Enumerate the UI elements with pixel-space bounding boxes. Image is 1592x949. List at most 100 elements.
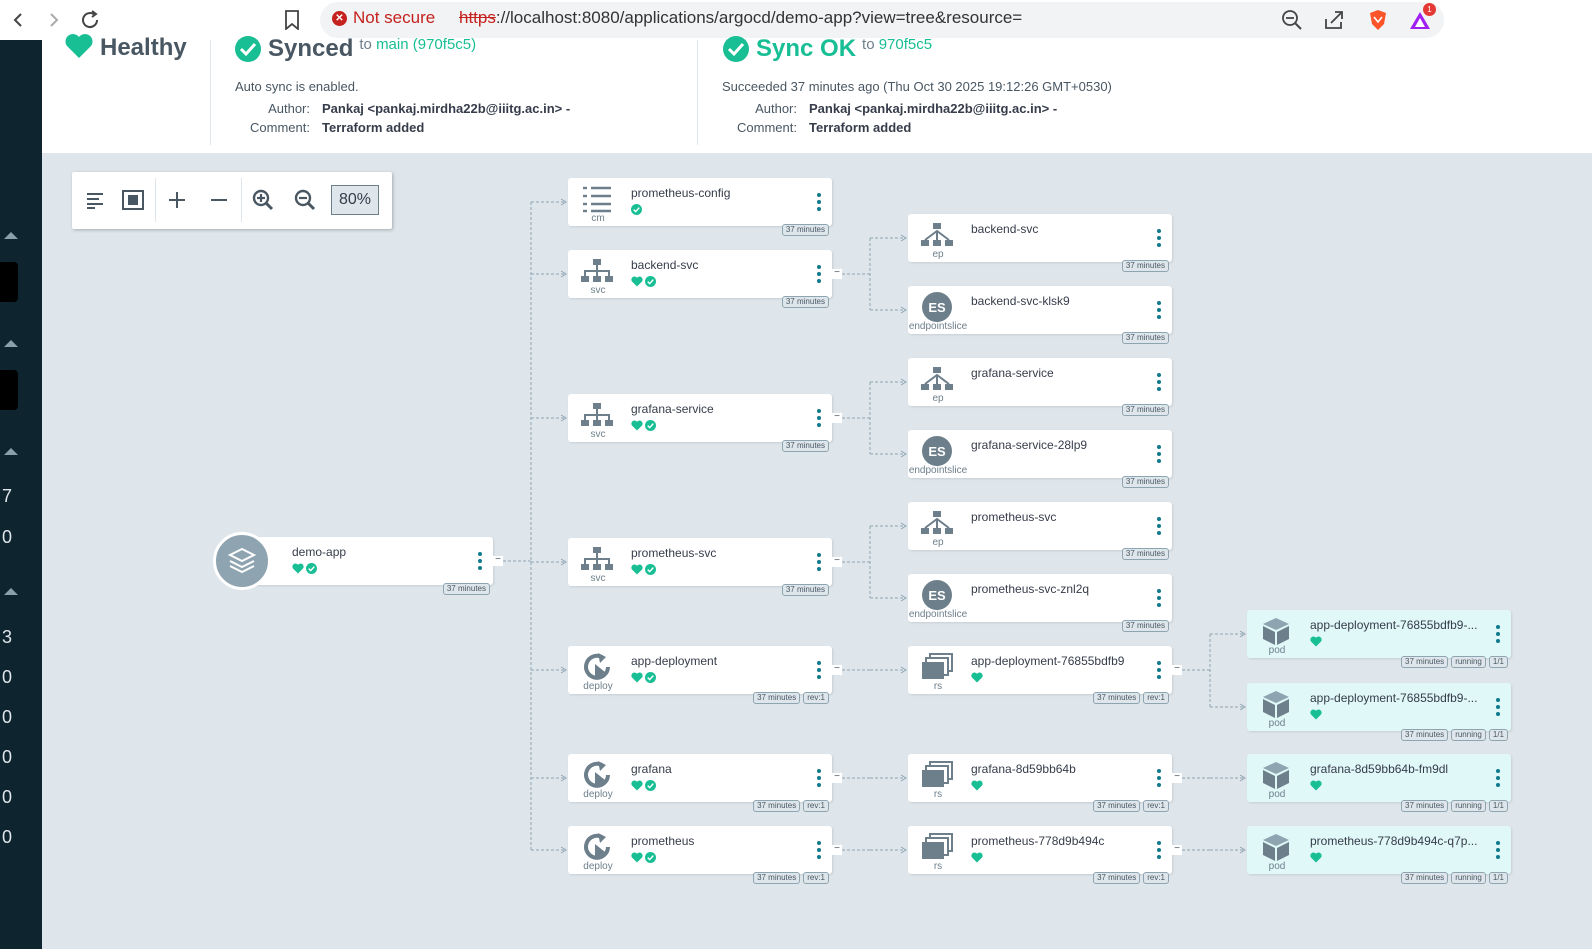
node-backend-svc[interactable]: svc backend-svc 37 minutes − — [568, 250, 842, 308]
node-name: app-deployment — [631, 654, 718, 668]
comment-value: Terraform added — [322, 120, 425, 135]
node-menu-icon[interactable] — [1156, 229, 1162, 247]
collapse-toggle[interactable]: − — [493, 555, 503, 566]
nav-item[interactable] — [0, 262, 18, 302]
node-menu-icon[interactable] — [816, 553, 822, 571]
collapse-all-icon[interactable] — [205, 186, 233, 214]
collapse-toggle[interactable]: − — [1172, 664, 1182, 675]
node-menu-icon[interactable] — [1495, 625, 1501, 643]
nav-collapse-icon[interactable] — [4, 232, 18, 239]
collapse-toggle[interactable]: − — [1172, 772, 1182, 783]
heart-icon — [1310, 780, 1322, 791]
heart-icon — [292, 563, 304, 574]
node-grafana-service-28lp9[interactable]: ES endpointslice grafana-service-28lp9 37 m… — [908, 430, 1172, 488]
url-text[interactable]: https://localhost:8080/applications/argo… — [459, 8, 1022, 28]
node-prometheus-rs[interactable]: rs prometheus-778d9b494c 37 minutes rev:1 − — [908, 826, 1182, 884]
not-secure-indicator[interactable]: ✕ Not secure — [332, 8, 435, 28]
group-nodes-icon[interactable] — [81, 186, 109, 214]
collapse-toggle[interactable]: − — [832, 844, 842, 855]
node-kind: svc — [590, 285, 606, 296]
bookmark-icon[interactable] — [278, 6, 306, 34]
sync-revision-link[interactable]: main (970f5c5) — [376, 36, 476, 53]
node-menu-icon[interactable] — [1495, 769, 1501, 787]
collapse-toggle[interactable]: − — [832, 412, 842, 423]
collapse-toggle[interactable]: − — [1172, 844, 1182, 855]
node-prometheus-svc[interactable]: svc prometheus-svc 37 minutes − — [568, 538, 842, 596]
node-menu-icon[interactable] — [1156, 373, 1162, 391]
node-grafana[interactable]: deploy grafana 37 minutes rev:1 − — [568, 754, 842, 812]
node-tags: 37 minutes running 1/1 — [1401, 800, 1508, 812]
root-node-demo-app[interactable]: demo-app 37 minutes − — [241, 537, 503, 595]
share-icon[interactable] — [1321, 7, 1347, 33]
node-app-pod-2[interactable]: pod app-deployment-76855bdfb9-... 37 minut… — [1247, 683, 1511, 741]
brave-rewards-icon[interactable]: 1 — [1407, 3, 1436, 33]
node-menu-icon[interactable] — [816, 841, 822, 859]
node-menu-icon[interactable] — [816, 409, 822, 427]
node-name: app-deployment-76855bdfb9 — [971, 654, 1125, 668]
node-menu-icon[interactable] — [1156, 769, 1162, 787]
node-menu-icon[interactable] — [816, 193, 822, 211]
node-backend-svc-ep[interactable]: ep backend-svc 37 minutes — [908, 214, 1172, 272]
node-grafana-rs[interactable]: rs grafana-8d59bb64b 37 minutes rev:1 − — [908, 754, 1182, 812]
node-app-deployment-rs[interactable]: rs app-deployment-76855bdfb9 37 minutes rev… — [908, 646, 1182, 704]
node-tag: running — [1451, 872, 1486, 884]
node-menu-icon[interactable] — [1156, 589, 1162, 607]
collapse-toggle[interactable]: − — [832, 664, 842, 675]
node-name: backend-svc — [631, 258, 699, 272]
node-menu-icon[interactable] — [816, 661, 822, 679]
node-prometheus-pod[interactable]: pod prometheus-778d9b494c-q7p... 37 minute… — [1247, 826, 1511, 884]
node-menu-icon[interactable] — [816, 769, 822, 787]
node-menu-icon[interactable] — [1495, 698, 1501, 716]
node-menu-icon[interactable] — [477, 552, 483, 570]
node-app-pod-1[interactable]: pod app-deployment-76855bdfb9-... 37 minut… — [1247, 610, 1511, 668]
node-app-deployment[interactable]: deploy app-deployment 37 minutes rev:1 − — [568, 646, 842, 704]
node-menu-icon[interactable] — [1156, 661, 1162, 679]
zoom-level[interactable]: 80% — [331, 185, 379, 215]
collapse-toggle[interactable]: − — [832, 772, 842, 783]
node-grafana-service[interactable]: svc grafana-service 37 minutes − — [568, 394, 842, 452]
nav-collapse-icon[interactable] — [4, 448, 18, 455]
brave-shield-icon[interactable] — [1365, 7, 1391, 33]
forward-icon[interactable] — [40, 6, 68, 34]
node-prometheus-svc-ep[interactable]: ep prometheus-svc 37 minutes — [908, 502, 1172, 560]
fit-screen-icon[interactable] — [119, 186, 147, 214]
heart-icon — [631, 852, 643, 863]
node-tag: 37 minutes — [1401, 656, 1449, 668]
nav-count: 7 — [2, 486, 13, 506]
expand-all-icon[interactable] — [163, 186, 191, 214]
node-grafana-pod[interactable]: pod grafana-8d59bb64b-fm9dl 37 minutes runn… — [1247, 754, 1511, 812]
zoom-out-icon[interactable] — [1279, 7, 1305, 33]
zoom-in-icon[interactable] — [249, 186, 277, 214]
node-prometheus[interactable]: deploy prometheus 37 minutes rev:1 − — [568, 826, 842, 884]
node-kind: rs — [933, 861, 943, 872]
heart-icon — [631, 276, 643, 287]
nav-collapse-icon[interactable] — [4, 340, 18, 347]
back-icon[interactable] — [4, 6, 32, 34]
zoom-out-graph-icon[interactable] — [291, 186, 319, 214]
node-menu-icon[interactable] — [1156, 445, 1162, 463]
nav-count: 3 — [2, 627, 13, 647]
collapse-toggle[interactable]: − — [832, 556, 842, 567]
nav-item[interactable] — [0, 370, 18, 410]
node-grafana-service-ep[interactable]: ep grafana-service 37 minutes — [908, 358, 1172, 416]
node-menu-icon[interactable] — [1495, 841, 1501, 859]
nav-count: 0 — [2, 827, 13, 847]
node-menu-icon[interactable] — [1156, 841, 1162, 859]
node-backend-svc-klsk9[interactable]: ES endpointslice backend-svc-klsk9 37 minut… — [908, 286, 1172, 344]
node-prometheus-config[interactable]: cm prometheus-config 37 minutes — [568, 178, 832, 236]
node-prometheus-svc-znl2q[interactable]: ES endpointslice prometheus-svc-znl2q 37 mi… — [908, 574, 1172, 632]
node-menu-icon[interactable] — [1156, 517, 1162, 535]
node-menu-icon[interactable] — [816, 265, 822, 283]
node-name: backend-svc-klsk9 — [971, 294, 1070, 308]
node-status — [1310, 852, 1322, 863]
nav-collapse-icon[interactable] — [4, 588, 18, 595]
endpointslice-icon: ES — [918, 578, 956, 612]
collapse-toggle[interactable]: − — [832, 268, 842, 279]
operation-revision-link[interactable]: 970f5c5 — [879, 36, 932, 53]
nav-count: 0 — [2, 527, 13, 547]
reload-icon[interactable] — [76, 6, 104, 34]
toolbar-divider — [155, 178, 156, 222]
node-name: prometheus — [631, 834, 695, 848]
node-tag: 37 minutes — [1093, 800, 1141, 812]
node-menu-icon[interactable] — [1156, 301, 1162, 319]
